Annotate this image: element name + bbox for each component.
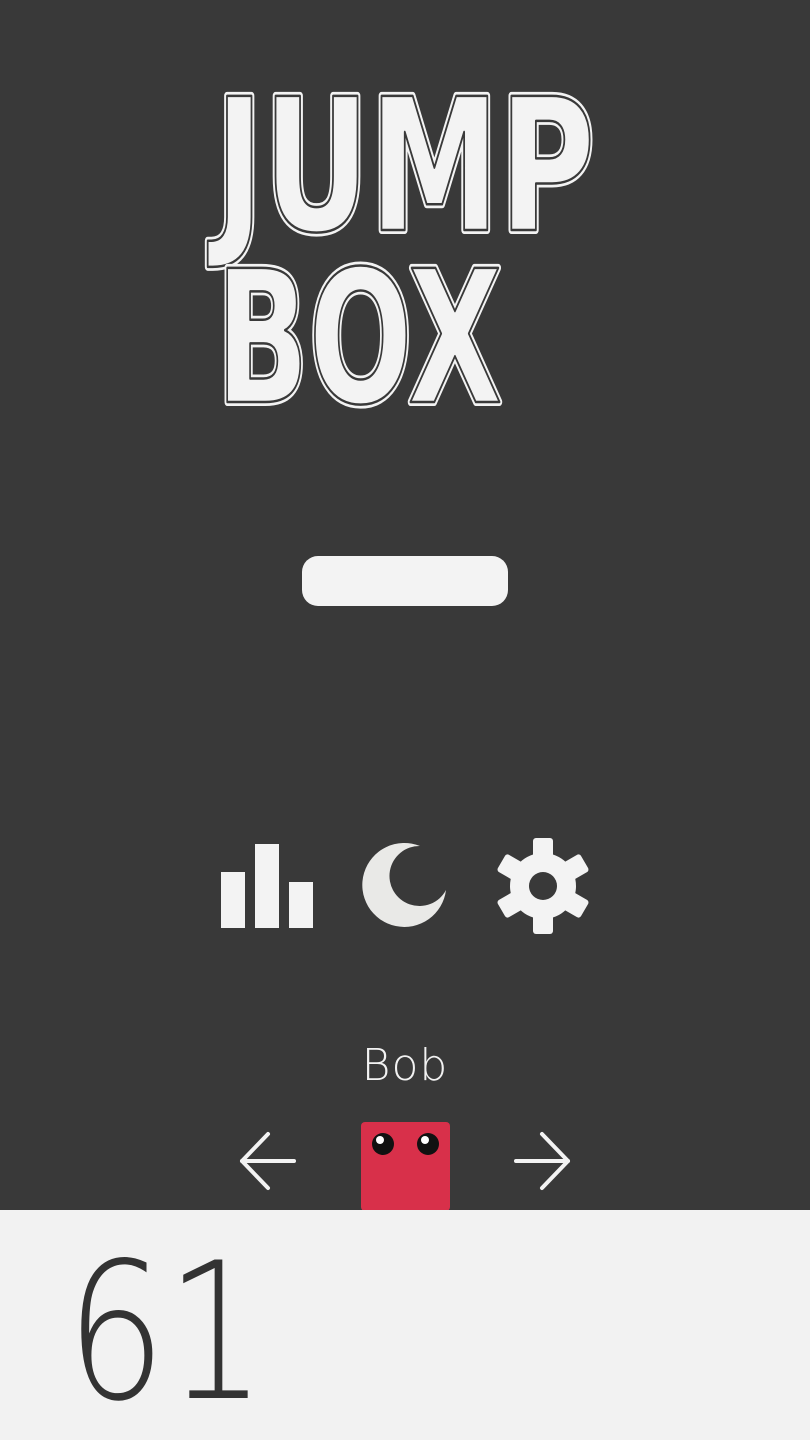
character-right-eye bbox=[417, 1133, 439, 1155]
character-name: Bob bbox=[361, 1040, 449, 1091]
arrow-left-icon bbox=[240, 1132, 296, 1190]
logo-line-2-outline: BOX bbox=[216, 232, 502, 430]
leaderboard-button[interactable] bbox=[218, 838, 318, 938]
night-mode-button[interactable] bbox=[358, 838, 458, 938]
logo-line-2: BOX BOX bbox=[212, 228, 506, 430]
bar-chart-icon bbox=[221, 844, 313, 928]
next-character-button[interactable] bbox=[508, 1126, 578, 1196]
game-screen: JUMP JUMP BOX BOX Bob bbox=[0, 0, 810, 1211]
character-left-eye bbox=[372, 1133, 394, 1155]
character-body bbox=[361, 1122, 450, 1211]
settings-button[interactable] bbox=[493, 836, 593, 936]
score-panel: 61 bbox=[0, 1210, 810, 1440]
arrow-right-icon bbox=[514, 1132, 570, 1190]
moon-icon bbox=[362, 842, 446, 927]
score-display: 61 bbox=[66, 1222, 266, 1440]
score-value: 61 bbox=[66, 1222, 266, 1440]
game-logo: JUMP JUMP BOX BOX bbox=[203, 56, 599, 430]
play-button[interactable] bbox=[302, 556, 508, 606]
gear-icon bbox=[497, 838, 589, 934]
previous-character-button[interactable] bbox=[232, 1126, 302, 1196]
character-bob[interactable] bbox=[361, 1122, 450, 1211]
